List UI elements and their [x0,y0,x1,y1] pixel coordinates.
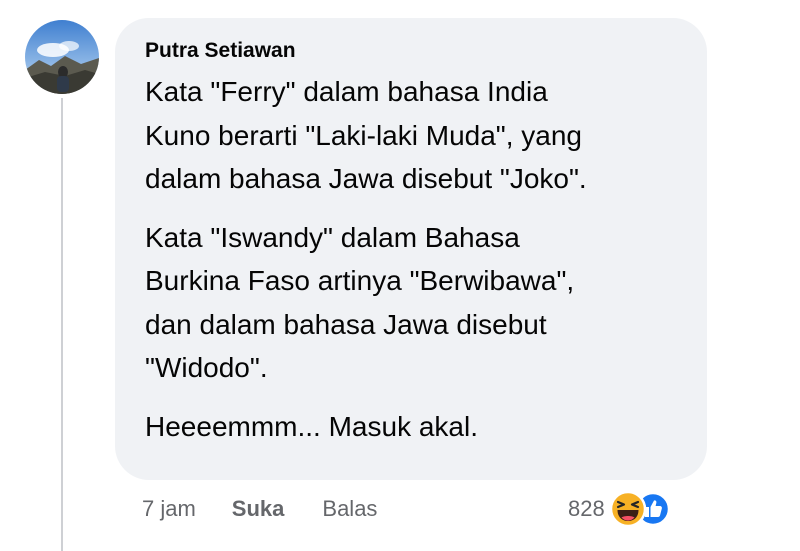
reaction-icons [609,490,683,528]
avatar[interactable] [25,20,99,94]
haha-icon [609,490,646,528]
comment-paragraph-1: Kata "Ferry" dalam bahasa India Kuno ber… [145,76,587,194]
comment-author[interactable]: Putra Setiawan [145,38,679,64]
reply-button[interactable]: Balas [322,496,377,522]
thread-line [61,98,63,551]
comment-actions: 7 jam Suka Balas [142,493,377,525]
avatar-image [25,20,99,94]
comment-paragraph-2: Kata "Iswandy" dalam Bahasa Burkina Faso… [145,221,575,384]
reaction-summary[interactable]: 828 [568,490,683,528]
comment-timestamp[interactable]: 7 jam [142,496,196,522]
like-button[interactable]: Suka [232,496,285,522]
comment-bubble: Putra Setiawan Kata "Ferry" dalam bahasa… [115,18,707,480]
comment-thread: Putra Setiawan Kata "Ferry" dalam bahasa… [0,0,800,551]
reaction-count: 828 [568,496,605,521]
comment-paragraph-3: Heeeemmm... Masuk akal. [145,410,478,442]
